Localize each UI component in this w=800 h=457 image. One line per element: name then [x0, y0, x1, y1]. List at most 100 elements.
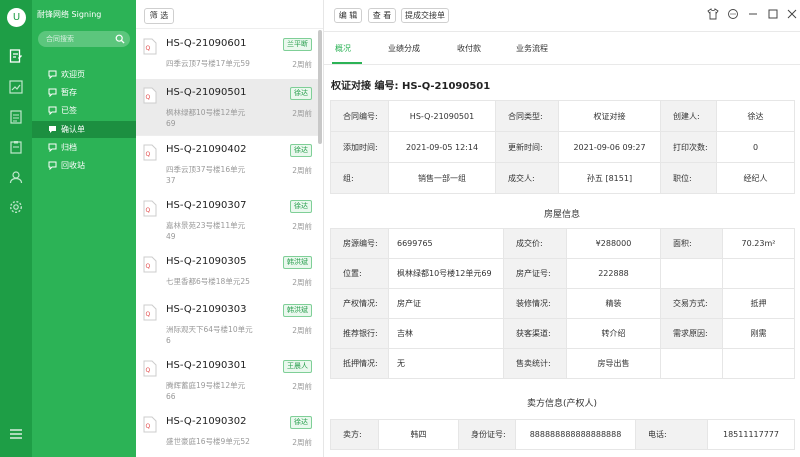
table-row: 卖方: 韩四 身份证号: 888888888888888888 电话: 1851… [330, 419, 795, 450]
chat-bubble-icon [48, 106, 57, 116]
svg-text:Q: Q [146, 311, 151, 318]
list-item[interactable]: Q HS-Q-21090307 嘉林景苑23号楼11单元49 徐达 2周前 [136, 192, 319, 249]
detail-title-label: 权证对接 编号: [331, 81, 399, 92]
document-icon[interactable] [9, 110, 23, 124]
nav-label: 已签 [61, 106, 77, 115]
agent-tag: 徐达 [290, 144, 312, 157]
tab-payments[interactable]: 收付款 [457, 43, 481, 54]
chat-bubble-icon [48, 143, 57, 153]
search-input[interactable]: 合同搜索 [38, 31, 130, 47]
timestamp: 2周前 [292, 438, 312, 447]
chart-icon[interactable] [9, 80, 23, 94]
submit-handover-button[interactable]: 提成交接单 [401, 8, 449, 23]
list-item[interactable]: Q HS-Q-21090303 洲际观天下64号楼10单元6 韩洪斌 2周前 [136, 296, 319, 353]
sidebar: 耐锋网络 Signing 合同搜索 欢迎页 暂存 已签 确认单 归档 回收站 [32, 0, 136, 457]
maximize-icon[interactable] [767, 8, 779, 20]
field-value: ¥288000 [566, 228, 661, 259]
timestamp: 2周前 [292, 382, 312, 391]
tab-business-process[interactable]: 业务流程 [516, 43, 548, 54]
timestamp: 2周前 [292, 60, 312, 69]
contract-address: 七里香都6号楼18单元25 [166, 277, 250, 286]
field-value: 枫林绿都10号楼12单元69 [388, 258, 504, 289]
field-value: 888888888888888888 [515, 419, 636, 450]
contract-icon[interactable] [9, 49, 23, 63]
settings-icon[interactable] [9, 200, 23, 214]
nav-label: 归档 [61, 143, 77, 152]
nav-item-confirmation[interactable]: 确认单 [32, 121, 136, 138]
tab-performance-split[interactable]: 业绩分成 [388, 43, 420, 54]
field-label: 更新时间: [495, 131, 559, 163]
field-label: 位置: [330, 258, 389, 289]
field-label: 获客渠道: [503, 318, 567, 349]
avatar[interactable]: U [7, 8, 26, 27]
message-icon[interactable] [727, 8, 739, 20]
close-icon[interactable] [786, 8, 798, 20]
contract-id: HS-Q-21090501 [166, 87, 247, 98]
tab-overview[interactable]: 概况 [335, 43, 351, 54]
contract-address: 四季云顶7号楼17单元59 [166, 59, 250, 68]
timestamp: 2周前 [292, 326, 312, 335]
table-row: 添加时间: 2021-09-05 12:14 更新时间: 2021-09-06 … [330, 131, 795, 163]
field-label: 创建人: [660, 100, 717, 132]
detail-number: HS-Q-21090501 [401, 81, 491, 92]
house-info-heading: 房屋信息 [543, 210, 580, 220]
search-icon[interactable] [115, 34, 125, 44]
clipboard-icon[interactable] [9, 140, 23, 154]
edit-button[interactable]: 编 辑 [334, 8, 362, 23]
skin-icon[interactable] [707, 8, 719, 20]
divider [324, 31, 800, 32]
contract-id: HS-Q-21090305 [166, 256, 247, 267]
contract-address: 枫林绿都10号楼12单元69 [166, 108, 246, 128]
field-value: 0 [716, 131, 795, 163]
field-label: 添加时间: [330, 131, 389, 163]
field-label: 电话: [635, 419, 708, 450]
pdf-file-icon: Q [143, 416, 157, 433]
table-row: 推荐银行: 吉林 获客渠道: 转介绍 需求原因: 刚需 [330, 318, 795, 349]
field-value: 抵押 [722, 288, 795, 319]
contract-id: HS-Q-21090302 [166, 416, 247, 427]
nav-item-recycle-bin[interactable]: 回收站 [32, 157, 136, 174]
contract-address: 盛世豪庭16号楼9单元52 [166, 437, 250, 446]
list-item[interactable]: Q HS-Q-21090402 四季云顶37号楼16单元37 徐达 2周前 [136, 136, 319, 193]
list-item[interactable]: Q HS-Q-21090501 枫林绿都10号楼12单元69 徐达 2周前 [136, 79, 319, 136]
menu-icon[interactable] [9, 427, 23, 441]
list-item[interactable]: Q HS-Q-21090302 盛世豪庭16号楼9单元52 徐达 2周前 [136, 408, 319, 457]
view-button[interactable]: 查 看 [368, 8, 396, 23]
table-row: 组: 销售一部一组 成交人: 孙五 [8151] 职位: 经纪人 [330, 162, 795, 194]
field-value: 经纪人 [716, 162, 795, 194]
nav-item-archive[interactable]: 归档 [32, 139, 136, 156]
list-item[interactable]: Q HS-Q-21090301 腾辉蓄庭19号楼12单元66 王晨人 2周前 [136, 352, 319, 409]
field-value: 房产证 [388, 288, 504, 319]
svg-text:Q: Q [146, 263, 151, 270]
contract-id: HS-Q-21090303 [166, 304, 247, 315]
seller-info-heading: 卖方信息(产权人) [526, 399, 598, 409]
divider [136, 28, 323, 29]
field-label: 房产证号: [503, 258, 567, 289]
field-value: 刚需 [722, 318, 795, 349]
divider [324, 64, 800, 65]
filter-button[interactable]: 筛 选 [144, 8, 174, 24]
contract-address: 腾辉蓄庭19号楼12单元66 [166, 381, 246, 401]
chat-bubble-icon [48, 125, 57, 134]
user-icon[interactable] [9, 170, 23, 184]
nav-item-draft[interactable]: 暂存 [32, 84, 136, 101]
field-value: 转介绍 [566, 318, 661, 349]
field-label: 身份证号: [458, 419, 516, 450]
field-value: 70.23m² [722, 228, 795, 259]
app-title: 耐锋网络 Signing [37, 10, 102, 19]
table-row: 产权情况: 房产证 装修情况: 精装 交易方式: 抵押 [330, 288, 795, 319]
field-label: 成交价: [503, 228, 567, 259]
contract-id: HS-Q-21090601 [166, 38, 247, 49]
table-row: 合同编号: HS-Q-21090501 合同类型: 权证对接 创建人: 徐达 [330, 100, 795, 132]
agent-tag: 韩洪斌 [283, 304, 312, 317]
nav-item-signed[interactable]: 已签 [32, 102, 136, 119]
list-scrollbar[interactable] [318, 30, 322, 144]
minimize-icon[interactable] [747, 8, 759, 20]
svg-text:Q: Q [146, 45, 151, 52]
agent-tag: 韩洪斌 [283, 256, 312, 269]
field-label: 合同类型: [495, 100, 559, 132]
nav-item-welcome[interactable]: 欢迎页 [32, 66, 136, 83]
field-label: 交易方式: [660, 288, 723, 319]
table-row: 位置: 枫林绿都10号楼12单元69 房产证号: 222888 [330, 258, 795, 289]
timestamp: 2周前 [292, 166, 312, 175]
